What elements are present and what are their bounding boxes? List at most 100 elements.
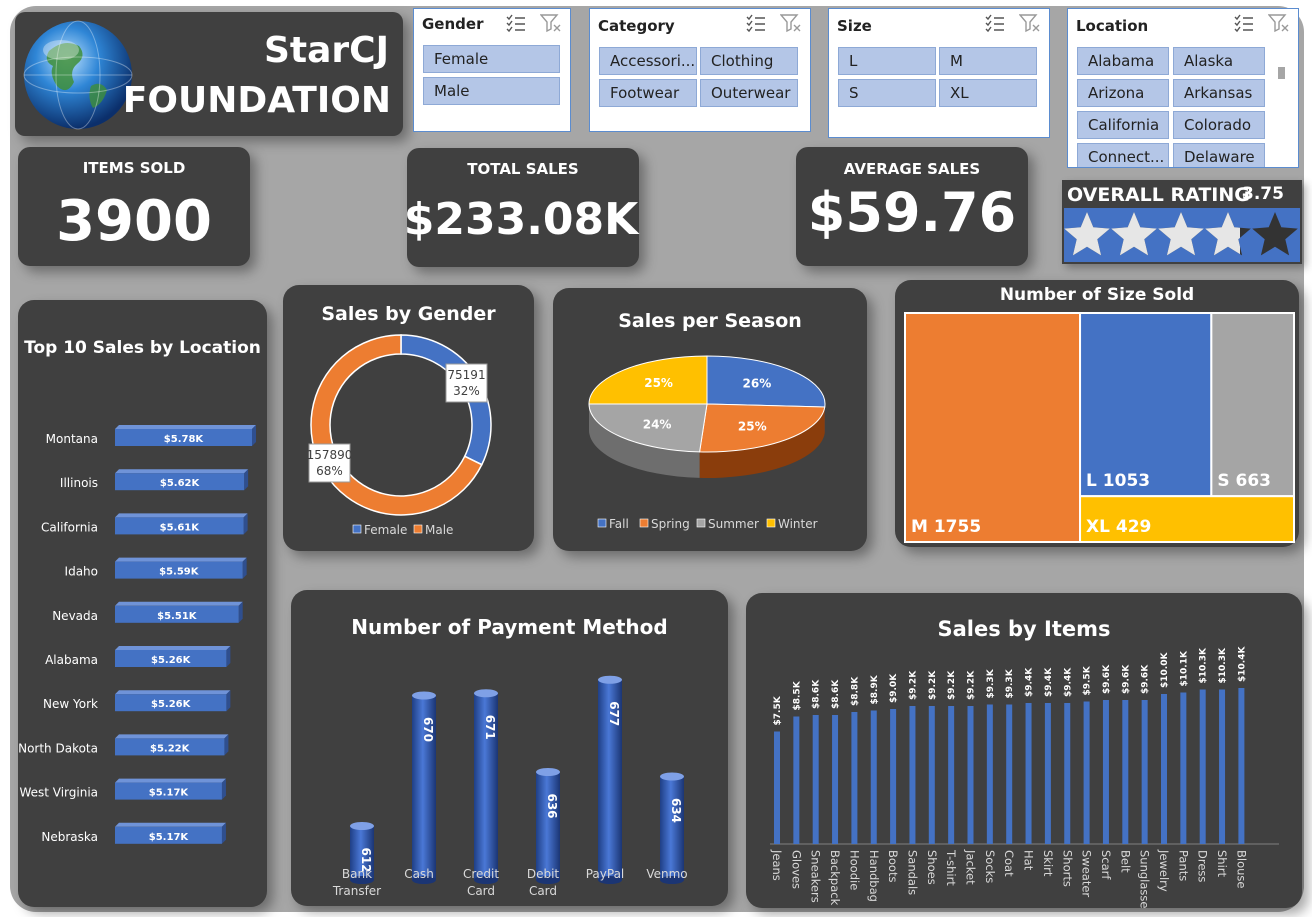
location-category-label: Nevada <box>52 609 98 623</box>
size-item-l[interactable]: L <box>838 47 936 75</box>
items-value-label: $9.2K <box>928 670 938 700</box>
items-value-label: $9.0K <box>889 673 899 703</box>
items-category-label: Scarf <box>1099 850 1113 880</box>
items-category-label: Skirt <box>1041 850 1055 877</box>
items-category-label: Backpack <box>828 850 842 906</box>
brand-line-1: StarCJ <box>264 30 389 71</box>
location-item-alabama[interactable]: Alabama <box>1077 47 1169 75</box>
location-item-connecticut[interactable]: Connect... <box>1077 143 1169 167</box>
multi-select-icon[interactable] <box>984 13 1006 33</box>
clear-filter-icon[interactable] <box>1018 13 1041 33</box>
items-category-label: Sweater <box>1080 850 1094 897</box>
total-sales-value: $233.08K <box>403 194 639 245</box>
size-item-s[interactable]: S <box>838 79 936 107</box>
payment-value-label: 677 <box>607 701 621 726</box>
items-category-label: Socks <box>983 850 997 883</box>
items-bar <box>1180 692 1187 844</box>
multi-select-icon[interactable] <box>1233 13 1255 33</box>
payment-category-label: Transfer <box>332 884 381 898</box>
season-legend-swatch <box>696 518 706 528</box>
brand-line-2: FOUNDATION <box>122 80 391 121</box>
size-item-m[interactable]: M <box>939 47 1037 75</box>
items-category-label: Coat <box>1002 850 1016 877</box>
season-legend-label: Fall <box>609 517 629 531</box>
items-value-label: $9.2K <box>967 670 977 700</box>
items-value-label: $8.8K <box>850 676 860 706</box>
size-treemap-label: L 1053 <box>1086 471 1150 491</box>
items-category-label: Boots <box>886 850 900 882</box>
gender-percent-label: 68% <box>316 464 343 478</box>
items-category-label: Handbag <box>867 850 881 902</box>
location-bar-top <box>115 513 248 518</box>
items-bar <box>812 715 819 844</box>
clear-filter-icon[interactable] <box>1267 13 1290 33</box>
items-bar <box>1083 701 1090 844</box>
items-value-label: $10.3K <box>1199 647 1209 683</box>
size-item-xl[interactable]: XL <box>939 79 1037 107</box>
location-item-alaska[interactable]: Alaska <box>1173 47 1265 75</box>
category-item-footwear[interactable]: Footwear <box>599 79 697 107</box>
location-value-label: $5.26K <box>151 655 192 666</box>
location-item-colorado[interactable]: Colorado <box>1173 111 1265 139</box>
multi-select-icon[interactable] <box>745 13 767 33</box>
category-item-clothing[interactable]: Clothing <box>700 47 798 75</box>
payment-method-chart: 612BankTransfer670Cash671CreditCard636De… <box>332 675 688 898</box>
items-value-label: $9.4K <box>1025 667 1035 697</box>
items-bar <box>774 731 780 844</box>
season-legend-swatch <box>639 518 649 528</box>
location-scrollbar[interactable] <box>1278 67 1285 79</box>
sales-per-season-card: Sales per Season 26% 25% 24% 25% Fall Spring S… <box>553 288 867 551</box>
items-sold-card: ITEMS SOLD 3900 <box>18 147 250 266</box>
items-category-label: Gloves <box>789 850 803 889</box>
payment-cylinder-top <box>536 768 560 776</box>
items-category-label: Jeans <box>770 849 784 881</box>
size-treemap-cell <box>1210 312 1295 498</box>
size-treemap-label: XL 429 <box>1086 517 1151 537</box>
items-value-label: $9.3K <box>1005 668 1015 698</box>
payment-value-label: 671 <box>483 715 497 740</box>
category-slicer: Category Accessori... Clothing Footwear … <box>589 8 811 132</box>
season-percent-label: 25% <box>644 376 673 390</box>
overall-rating-panel: OVERALL RATING 3.75 <box>1062 180 1302 264</box>
average-sales-label: AVERAGE SALES <box>843 160 981 178</box>
items-bar <box>1141 700 1148 844</box>
clear-filter-icon[interactable] <box>779 13 802 33</box>
overall-rating-label: OVERALL RATING <box>1067 184 1250 206</box>
location-bar-top <box>115 601 243 606</box>
season-legend-swatch <box>597 518 607 528</box>
items-bar <box>1025 703 1032 844</box>
payment-category-label: Card <box>467 884 495 898</box>
items-category-label: Hoodie <box>847 850 861 890</box>
category-item-accessories[interactable]: Accessori... <box>599 47 697 75</box>
items-bar <box>1219 689 1226 844</box>
rating-stars <box>1064 208 1300 262</box>
location-item-california[interactable]: California <box>1077 111 1169 139</box>
location-item-delaware[interactable]: Delaware <box>1173 143 1265 167</box>
items-sold-label: ITEMS SOLD <box>82 159 186 177</box>
location-bar-top <box>115 469 249 474</box>
multi-select-icon[interactable] <box>505 13 527 33</box>
items-category-label: Shoes <box>925 850 939 885</box>
gender-item-male[interactable]: Male <box>423 77 560 105</box>
items-category-label: Shirt <box>1215 850 1229 878</box>
gender-value-label: 157890 <box>307 448 353 462</box>
payment-category-label: Card <box>529 884 557 898</box>
payment-category-label: PayPal <box>586 867 625 881</box>
location-item-arizona[interactable]: Arizona <box>1077 79 1169 107</box>
size-treemap-label: S 663 <box>1217 471 1271 491</box>
items-value-label: $9.6K <box>1141 664 1151 694</box>
clear-filter-icon[interactable] <box>539 13 562 33</box>
items-bar <box>870 710 877 844</box>
location-value-label: $5.17K <box>149 832 190 843</box>
overall-rating-value: 3.75 <box>1242 184 1284 204</box>
category-item-outerwear[interactable]: Outerwear <box>700 79 798 107</box>
location-item-arkansas[interactable]: Arkansas <box>1173 79 1265 107</box>
season-percent-label: 26% <box>743 377 772 391</box>
items-value-label: $9.6K <box>1121 664 1131 694</box>
location-bar-top <box>115 646 231 650</box>
gender-item-female[interactable]: Female <box>423 45 560 73</box>
total-sales-label: TOTAL SALES <box>467 160 579 178</box>
payment-method-card: Number of Payment Method 612 Bank Transfer… <box>291 590 728 906</box>
location-category-label: Idaho <box>65 565 98 579</box>
items-value-label: $8.6K <box>831 679 841 709</box>
